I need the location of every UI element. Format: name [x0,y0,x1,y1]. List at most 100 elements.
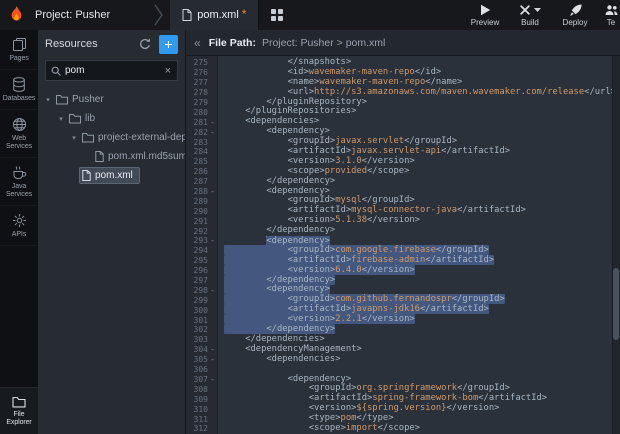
fold-marker-icon[interactable]: - [208,128,217,137]
rail-label: File Explorer [1,411,37,427]
rail-label: Pages [9,55,28,63]
line-number: 303 [186,335,217,345]
file-icon [182,9,192,21]
fold-marker-icon[interactable]: - [208,375,217,384]
editor-scrollbar[interactable] [612,56,620,434]
left-rail: Pages Databases Web Services Java Services A… [0,30,38,434]
deploy-button[interactable]: Deploy [559,4,591,27]
topbar-actions: Preview Build Deploy [469,4,620,27]
web-services-icon [12,117,27,132]
rail-label: APIs [12,231,26,239]
tree-item[interactable]: ▾Pusher [38,90,185,109]
fold-marker-icon[interactable]: - [208,118,217,127]
file-icon [82,170,91,181]
search-input[interactable] [65,65,160,76]
folder-icon [82,132,94,143]
sidebar-item-pages[interactable]: Pages [0,30,38,70]
collapse-panel-icon[interactable]: « [194,36,201,50]
line-number: 293- [186,236,217,246]
search-box: × [45,60,178,81]
tree-item[interactable]: pom.xml [38,166,185,185]
tab-title: pom.xml [197,9,239,21]
fold-marker-icon[interactable]: - [208,187,217,196]
refresh-icon[interactable] [139,38,151,50]
tab-pom-xml[interactable]: pom.xml * [170,0,259,30]
code-editor[interactable]: 275276277278279280281-282-28328428528628… [186,56,620,434]
scrollbar-thumb[interactable] [613,268,619,340]
caret-down-icon[interactable]: ▾ [69,134,79,142]
sidebar-item-apis[interactable]: APIs [0,206,38,246]
rail-label: Java Services [1,183,37,199]
tree-item-label: pom.xml [95,170,133,181]
line-number: 304- [186,345,217,355]
wavemaker-logo-icon[interactable] [8,5,25,25]
tools-icon [519,4,531,16]
line-number: 309 [186,394,217,404]
line-number: 308 [186,384,217,394]
line-number: 282- [186,127,217,137]
tree-item[interactable]: pom.xml.md5sum [38,147,185,166]
fold-marker-icon[interactable]: - [208,355,217,364]
java-services-icon [12,165,27,180]
line-number: 310 [186,404,217,414]
code-lines: </snapshots> <id>wavemaker-maven-repo</i… [218,56,620,434]
line-number: 284 [186,147,217,157]
caret-down-icon[interactable]: ▾ [43,96,53,104]
folder-icon [56,94,68,105]
code-line[interactable]: <scope>import</scope> [224,424,620,434]
grid-view-icon[interactable] [271,9,283,21]
resources-panel: Resources + × ▾Pusher▾lib▾project-extern… [38,30,186,434]
sidebar-item-file-explorer[interactable]: File Explorer [0,387,38,434]
line-number: 311 [186,414,217,424]
line-number: 289 [186,196,217,206]
team-button-truncated[interactable]: Te [604,4,618,27]
modified-indicator: * [242,7,247,21]
rail-list: Pages Databases Web Services Java Services A… [0,30,38,387]
line-number: 306 [186,365,217,375]
databases-icon [12,77,26,92]
code-line[interactable]: </dependency> [224,226,620,236]
resources-header: Resources + [38,30,185,58]
line-number: 280 [186,107,217,117]
apis-icon [12,213,27,228]
topbar: Project: Pusher pom.xml * Preview [0,0,620,30]
line-number: 291 [186,216,217,226]
line-number: 275 [186,58,217,68]
line-number: 305- [186,355,217,365]
caret-down-icon[interactable]: ▾ [56,115,66,123]
code-line[interactable]: <dependencies> [224,355,620,365]
file-icon [95,151,104,162]
fold-marker-icon[interactable]: - [208,345,217,354]
line-number: 290 [186,206,217,216]
fold-marker-icon[interactable]: - [208,236,217,245]
tree-item-label: lib [85,113,95,124]
line-number: 277 [186,78,217,88]
main-area: « File Path: Project: Pusher > pom.xml 2… [186,30,620,434]
sidebar-item-java-services[interactable]: Java Services [0,158,38,206]
line-number: 281- [186,117,217,127]
tree-item[interactable]: ▾ lib [38,109,185,128]
line-number: 296 [186,266,217,276]
resource-tree: ▾Pusher▾lib▾project-external-depenpom.xm… [38,88,185,434]
tree-item[interactable]: ▾project-external-depen [38,128,185,147]
add-resource-button[interactable]: + [159,35,178,54]
preview-button[interactable]: Preview [469,4,501,27]
line-number: 300 [186,305,217,315]
file-path-value: Project: Pusher > pom.xml [262,37,385,49]
line-number: 279 [186,98,217,108]
line-number: 285 [186,157,217,167]
line-number: 312 [186,424,217,434]
fold-marker-icon[interactable]: - [208,286,217,295]
clear-search-icon[interactable]: × [164,65,172,77]
app-window: Project: Pusher pom.xml * Preview [0,0,620,434]
sidebar-item-databases[interactable]: Databases [0,70,38,110]
line-number: 294 [186,246,217,256]
rail-label: Web Services [1,135,37,151]
folder-icon [12,396,26,408]
chevron-down-icon [534,8,541,12]
build-button[interactable]: Build [514,4,546,27]
sidebar-item-web-services[interactable]: Web Services [0,110,38,158]
search-icon [51,66,61,76]
line-number: 297 [186,276,217,286]
chevron-right-icon [154,4,163,26]
